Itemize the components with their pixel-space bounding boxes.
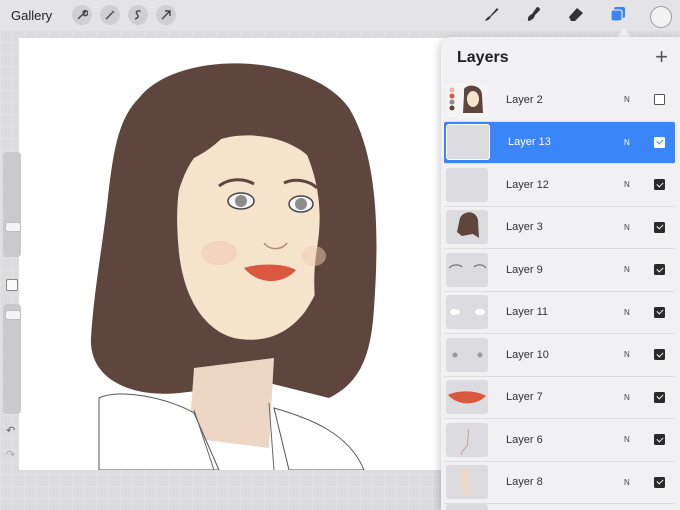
opacity-slider[interactable] [3, 304, 21, 414]
layer-thumbnail [446, 337, 488, 372]
gallery-button[interactable]: Gallery [11, 8, 52, 23]
brush-size-handle[interactable] [5, 222, 21, 232]
layer-thumbnail [446, 124, 490, 161]
layer-row-13[interactable]: Layer 13 N [444, 121, 675, 164]
visibility-checkbox[interactable] [654, 94, 665, 106]
layer-name: Layer 2 [506, 93, 543, 106]
visibility-checkbox[interactable] [654, 476, 665, 488]
layers-panel: Layers + Layer 2 N Layer 13 N Layer 12 N [441, 37, 680, 510]
layer-row-3[interactable]: Layer 3 N [444, 207, 675, 249]
layers-title: Layers [457, 49, 509, 66]
layer-row-6[interactable]: Layer 6 N [444, 419, 675, 462]
color-picker-icon[interactable] [650, 5, 672, 28]
drawing-canvas[interactable] [19, 38, 459, 470]
blend-mode-button[interactable]: N [624, 265, 654, 274]
visibility-checkbox[interactable] [654, 349, 665, 361]
layer-name: Layer 8 [506, 476, 543, 489]
layer-name: Layer 10 [506, 348, 549, 361]
layer-row-partial[interactable] [444, 504, 680, 510]
opacity-handle[interactable] [5, 310, 21, 320]
layer-row-8[interactable]: Layer 8 N [444, 462, 675, 504]
layer-name: Layer 3 [506, 221, 543, 234]
visibility-checkbox[interactable] [654, 136, 665, 148]
eraser-icon[interactable] [566, 4, 586, 29]
add-layer-button[interactable]: + [655, 45, 668, 69]
blend-mode-button[interactable]: N [624, 308, 654, 317]
blend-mode-button[interactable]: N [624, 350, 654, 359]
visibility-checkbox[interactable] [654, 264, 665, 276]
layer-thumbnail [446, 167, 488, 202]
layer-thumbnail [446, 422, 488, 457]
layer-thumbnail [446, 82, 488, 117]
layer-row-11[interactable]: Layer 11 N [444, 292, 675, 334]
layer-row-12[interactable]: Layer 12 N [444, 164, 675, 207]
magic-wand-icon[interactable] [100, 5, 121, 25]
redo-icon[interactable]: ↷ [6, 448, 15, 461]
blend-mode-button[interactable]: N [624, 393, 654, 402]
modify-button[interactable] [6, 279, 18, 291]
visibility-checkbox[interactable] [654, 221, 665, 233]
layer-name: Layer 11 [506, 306, 548, 319]
undo-icon[interactable]: ↶ [6, 424, 15, 437]
wrench-icon[interactable] [72, 5, 93, 25]
visibility-checkbox[interactable] [654, 434, 665, 446]
portrait-artwork [90, 63, 377, 470]
top-toolbar: Gallery [0, 0, 680, 30]
blend-mode-button[interactable]: N [624, 478, 654, 487]
layer-name: Layer 6 [506, 433, 543, 446]
blend-mode-button[interactable]: N [624, 223, 654, 232]
layer-thumbnail [446, 465, 488, 500]
blend-mode-button[interactable]: N [624, 180, 654, 189]
smudge-icon[interactable] [524, 4, 544, 29]
visibility-checkbox[interactable] [654, 179, 665, 191]
layer-thumbnail [446, 210, 488, 245]
layer-row-2[interactable]: Layer 2 N [444, 79, 675, 122]
blend-mode-button[interactable]: N [624, 138, 654, 147]
layer-name: Layer 7 [506, 391, 543, 404]
layer-row-10[interactable]: Layer 10 N [444, 334, 675, 377]
brush-icon[interactable] [482, 4, 502, 29]
visibility-checkbox[interactable] [654, 391, 665, 403]
visibility-checkbox[interactable] [654, 306, 665, 318]
layer-name: Layer 9 [506, 263, 543, 276]
layer-name: Layer 12 [506, 178, 549, 191]
layers-panel-header: Layers + [441, 37, 680, 79]
selection-icon[interactable] [128, 5, 149, 25]
transform-arrow-icon[interactable] [156, 5, 177, 25]
layer-row-9[interactable]: Layer 9 N [444, 249, 675, 292]
layers-icon[interactable] [608, 4, 628, 29]
blend-mode-button[interactable]: N [624, 435, 654, 444]
layer-row-7[interactable]: Layer 7 N [444, 377, 675, 419]
layer-thumbnail [446, 504, 488, 510]
left-sidebar: ↶ ↷ [3, 152, 21, 461]
blend-mode-button[interactable]: N [624, 95, 654, 104]
layer-thumbnail [446, 380, 488, 415]
layer-name: Layer 13 [508, 136, 551, 149]
layer-thumbnail [446, 295, 488, 330]
brush-size-slider[interactable] [3, 152, 21, 257]
layer-thumbnail [446, 252, 488, 287]
